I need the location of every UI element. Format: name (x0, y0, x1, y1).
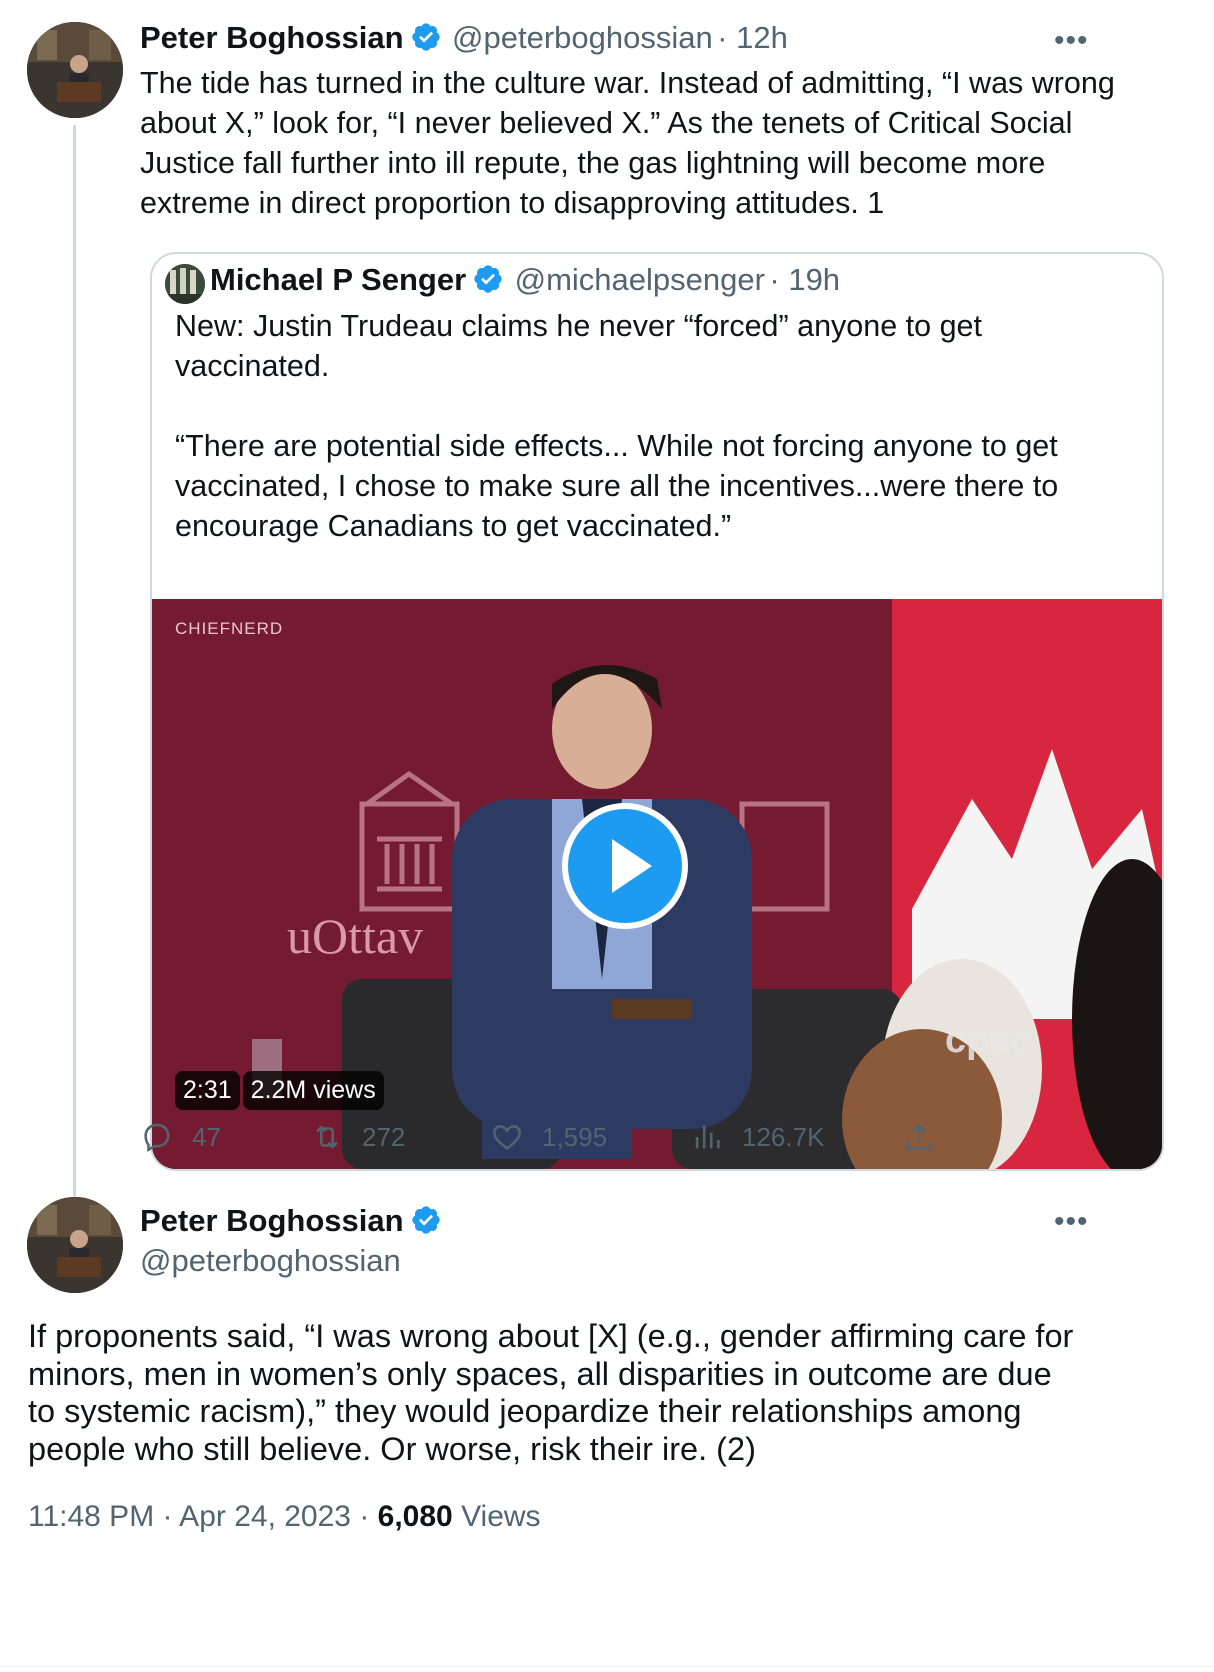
like-icon (492, 1125, 522, 1150)
tweet2-text: If proponents said, “I was wrong about [… (28, 1318, 1074, 1467)
author-avatar[interactable] (27, 22, 123, 118)
author-avatar[interactable] (27, 1197, 123, 1293)
views-count: 126.7K (742, 1121, 825, 1152)
verified-badge-icon (474, 265, 502, 293)
share-button[interactable] (902, 1120, 936, 1154)
view-count: 6,080 (377, 1500, 453, 1533)
quoted-text: New: Justin Trudeau claims he never “for… (175, 309, 1059, 543)
video-backdrop-text: uOttav (287, 908, 424, 964)
tweet1-header: Peter Boghossian @peterboghossian · 12h (140, 20, 788, 56)
quoted-avatar-image (165, 264, 205, 304)
tweet-timestamp[interactable]: 11:48 PM · Apr 24, 2023 · 6,080 Views (28, 1500, 541, 1534)
reply-button[interactable]: 47 (140, 1120, 221, 1154)
quoted-author-handle[interactable]: @michaelpsenger (515, 262, 765, 297)
views-icon (695, 1125, 720, 1149)
tweet1-text: The tide has turned in the culture war. … (140, 66, 1115, 220)
video-info: 2:31 2.2M views (175, 1071, 384, 1110)
author-name[interactable]: Peter Boghossian (140, 20, 404, 55)
reply-icon (144, 1123, 170, 1153)
thread-line (73, 125, 76, 1273)
quoted-tweet[interactable]: Michael P Senger @michaelpsenger · 19h N… (150, 252, 1164, 1171)
author-handle[interactable]: @peterboghossian (140, 1243, 401, 1279)
like-count: 1,595 (542, 1121, 608, 1152)
video-watermark: CHIEFNERD (175, 619, 284, 638)
avatar-image (27, 22, 123, 118)
play-button[interactable] (560, 801, 690, 931)
quoted-header: Michael P Senger @michaelpsenger · 19h (210, 262, 840, 298)
avatar-image (27, 1197, 123, 1293)
video-player[interactable]: CHIEFNERD uOttav cpac 2:31 2.2M views (152, 599, 1162, 1169)
play-icon (562, 803, 688, 929)
like-button[interactable]: 1,595 (490, 1120, 607, 1154)
cpac-logo: cpac (945, 1019, 1032, 1061)
retweet-button[interactable]: 272 (310, 1120, 405, 1154)
quoted-author-avatar[interactable] (165, 264, 205, 304)
tweet-time[interactable]: · 12h (717, 20, 788, 55)
quoted-time[interactable]: · 19h (769, 262, 840, 297)
quoted-author-name[interactable]: Michael P Senger (210, 262, 466, 297)
tweet2-header: Peter Boghossian (140, 1203, 442, 1239)
verified-badge-icon (411, 23, 440, 51)
video-duration: 2:31 (175, 1071, 240, 1110)
video-views: 2.2M views (242, 1071, 384, 1110)
more-options-icon[interactable]: ••• (1054, 1205, 1089, 1239)
reply-count: 47 (192, 1121, 221, 1152)
verified-badge-icon (411, 1206, 440, 1234)
share-icon (906, 1123, 932, 1150)
views-label: Views (452, 1500, 541, 1533)
retweet-count: 272 (362, 1121, 406, 1152)
more-options-icon[interactable]: ••• (1054, 24, 1089, 58)
author-name[interactable]: Peter Boghossian (140, 1203, 404, 1238)
author-handle[interactable]: @peterboghossian (452, 20, 713, 55)
divider (0, 1666, 1214, 1667)
retweet-icon (316, 1125, 338, 1149)
timestamp-text: 11:48 PM · Apr 24, 2023 · (28, 1500, 378, 1533)
views-button[interactable]: 126.7K (690, 1120, 824, 1154)
